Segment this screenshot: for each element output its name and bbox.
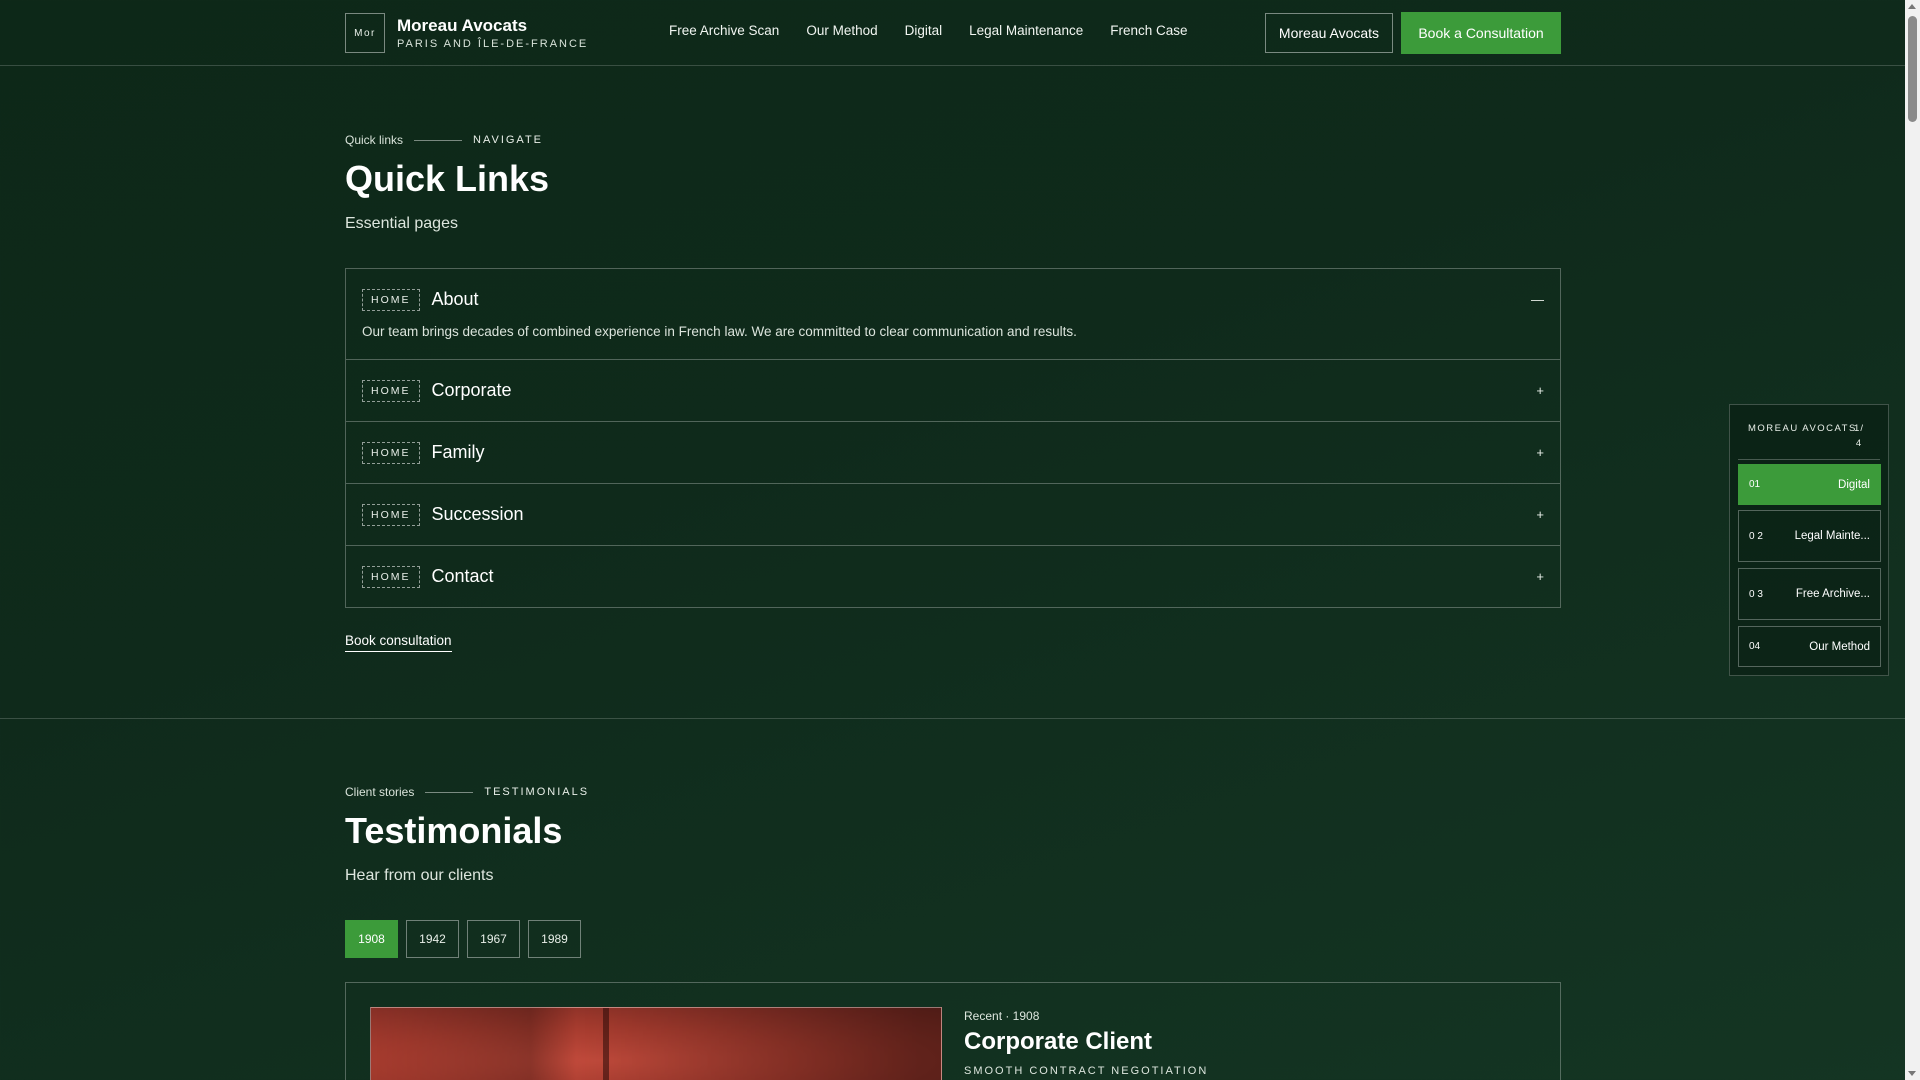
logo-mark[interactable]: Mor xyxy=(345,13,385,53)
eyebrow-label: Client stories xyxy=(345,785,415,799)
accordion-title: Corporate xyxy=(431,380,512,400)
expand-icon[interactable]: + xyxy=(1536,383,1544,398)
scroll-up-arrow-icon[interactable] xyxy=(1908,4,1916,9)
collapse-icon[interactable]: — xyxy=(1531,292,1544,307)
eyebrow-divider xyxy=(425,791,474,793)
side-item-number: 04 xyxy=(1749,641,1761,652)
testimonials-lead: Hear from our clients xyxy=(345,867,494,884)
side-item-number: 0 3 xyxy=(1749,588,1763,600)
testimonials-eyebrow: Client stories TESTIMONIALS xyxy=(345,785,589,799)
accordion-item-succession: HOME Succession + xyxy=(346,484,1560,546)
side-item-digital[interactable]: 01 Digital xyxy=(1738,464,1881,505)
year-tab-1942[interactable]: 1942 xyxy=(406,920,459,958)
quick-links-eyebrow: Quick links NAVIGATE xyxy=(345,133,543,147)
accordion-item-about: HOME About — Our team brings decades of … xyxy=(346,269,1560,360)
accordion-title: Family xyxy=(431,442,485,462)
scrollbar-thumb[interactable] xyxy=(1908,16,1917,122)
eyebrow-divider xyxy=(414,139,463,141)
home-tag: HOME xyxy=(362,565,420,588)
accordion-header[interactable]: HOME Corporate + xyxy=(346,360,1560,421)
side-item-free-archive-scan[interactable]: 0 3 Free Archive... xyxy=(1738,568,1881,620)
eyebrow-caption: TESTIMONIALS xyxy=(484,786,590,798)
side-nav-widget: MOREAU AVOCATS 1/ 4 01 Digital 0 2 Legal… xyxy=(1729,404,1889,676)
testimonials-title: Testimonials xyxy=(345,810,563,851)
side-item-label: Free Archive... xyxy=(1795,588,1870,600)
testimonial-image xyxy=(370,1007,942,1080)
brand-button[interactable]: Moreau Avocats xyxy=(1265,13,1393,53)
side-item-number: 0 2 xyxy=(1749,530,1763,542)
year-tab-1989[interactable]: 1989 xyxy=(528,920,581,958)
side-item-label: Our Method xyxy=(1809,640,1870,653)
testimonial-meta: Recent · 1908 xyxy=(964,1009,1040,1023)
year-tab-1967[interactable]: 1967 xyxy=(467,920,520,958)
brand-name[interactable]: Moreau Avocats xyxy=(397,16,527,36)
accordion-title: Succession xyxy=(431,504,524,524)
page: Mor Moreau Avocats PARIS AND ÎLE-DE-FRAN… xyxy=(0,0,1905,1080)
home-tag: HOME xyxy=(362,503,420,526)
quick-links-accordion: HOME About — Our team brings decades of … xyxy=(345,268,1561,608)
book-consultation-button[interactable]: Book a Consultation xyxy=(1401,12,1561,54)
side-widget-divider xyxy=(1738,459,1880,460)
year-tab-1908[interactable]: 1908 xyxy=(345,920,398,958)
scroll-down-arrow-icon[interactable] xyxy=(1908,1071,1916,1076)
accordion-item-corporate: HOME Corporate + xyxy=(346,360,1560,422)
accordion-item-family: HOME Family + xyxy=(346,422,1560,484)
section-divider xyxy=(0,718,1905,719)
eyebrow-label: Quick links xyxy=(345,133,404,147)
home-tag: HOME xyxy=(362,288,420,311)
site-header: Mor Moreau Avocats PARIS AND ÎLE-DE-FRAN… xyxy=(0,0,1905,66)
home-tag: HOME xyxy=(362,379,420,402)
main-nav: Free Archive Scan Our Method Digital Leg… xyxy=(669,23,1215,38)
nav-our-method[interactable]: Our Method xyxy=(806,23,877,38)
eyebrow-caption: NAVIGATE xyxy=(473,134,544,146)
accordion-header[interactable]: HOME Family + xyxy=(346,422,1560,483)
nav-digital[interactable]: Digital xyxy=(905,23,943,38)
brand-tagline: PARIS AND ÎLE-DE-FRANCE xyxy=(397,38,589,50)
testimonial-subtitle: SMOOTH CONTRACT NEGOTIATION xyxy=(964,1065,1209,1077)
nav-free-archive-scan[interactable]: Free Archive Scan xyxy=(669,23,779,38)
quick-links-title: Quick Links xyxy=(345,158,550,199)
expand-icon[interactable]: + xyxy=(1536,445,1544,460)
accordion-header[interactable]: HOME Contact + xyxy=(346,546,1560,607)
side-item-number: 01 xyxy=(1749,479,1761,490)
accordion-item-contact: HOME Contact + xyxy=(346,546,1560,607)
testimonial-card: Recent · 1908 Corporate Client SMOOTH CO… xyxy=(345,982,1561,1080)
testimonial-title: Corporate Client xyxy=(964,1028,1153,1055)
side-item-our-method[interactable]: 04 Our Method xyxy=(1738,626,1881,667)
nav-french-case[interactable]: French Case xyxy=(1110,23,1187,38)
expand-icon[interactable]: + xyxy=(1536,569,1544,584)
book-consultation-link[interactable]: Book consultation xyxy=(345,633,452,652)
accordion-title: About xyxy=(431,289,479,309)
side-widget-counter: 1/ 4 xyxy=(1854,423,1864,449)
accordion-header[interactable]: HOME Succession + xyxy=(346,484,1560,545)
home-tag: HOME xyxy=(362,441,420,464)
page-scrollbar[interactable] xyxy=(1905,0,1920,1080)
quick-links-lead: Essential pages xyxy=(345,215,458,232)
side-item-label: Legal Mainte... xyxy=(1794,530,1870,542)
expand-icon[interactable]: + xyxy=(1536,507,1544,522)
accordion-header[interactable]: HOME About — xyxy=(346,269,1560,330)
accordion-title: Contact xyxy=(431,566,494,586)
side-item-label: Digital xyxy=(1838,478,1870,491)
nav-legal-maintenance[interactable]: Legal Maintenance xyxy=(969,23,1083,38)
side-item-legal-maintenance[interactable]: 0 2 Legal Mainte... xyxy=(1738,510,1881,562)
year-tabs: 1908 1942 1967 1989 xyxy=(345,920,581,958)
